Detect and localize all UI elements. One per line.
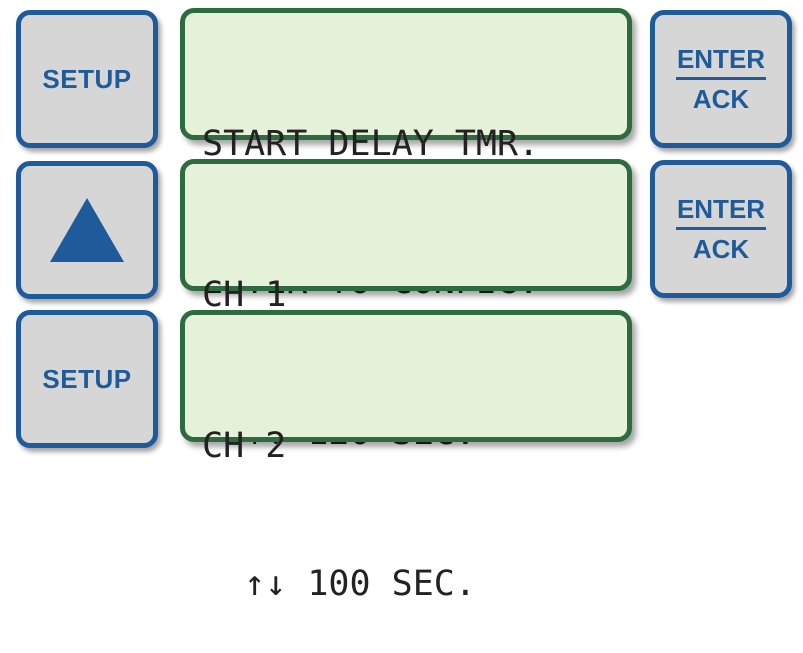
lcd-display-2: CH 1 ↑↓ 120 SEC. [180,159,632,453]
setup-button-2[interactable]: SETUP [16,310,158,448]
enter-label: ENTER [675,44,767,80]
up-arrow-button[interactable] [16,161,158,299]
enter-ack-button-2[interactable]: ENTER ACK [650,160,792,298]
enter-ack-label: ENTER ACK [675,44,767,114]
lcd-display-1: START DELAY TMR. ENTER TO CONFIG. [180,8,632,302]
lcd-line-1: CH 2 [202,426,287,466]
ack-label: ACK [692,84,750,114]
setup-button-label: SETUP [42,63,132,94]
enter-label: ENTER [675,194,767,230]
enter-ack-label: ENTER ACK [675,194,767,264]
up-triangle-icon [50,198,124,262]
setup-button-label: SETUP [42,363,132,394]
lcd-display-3: CH 2 ↑↓ 100 SEC. [180,310,632,604]
enter-ack-button-1[interactable]: ENTER ACK [650,10,792,148]
ack-label: ACK [692,234,750,264]
lcd-line-2: ↑↓ 100 SEC. [202,564,476,604]
setup-button-1[interactable]: SETUP [16,10,158,148]
